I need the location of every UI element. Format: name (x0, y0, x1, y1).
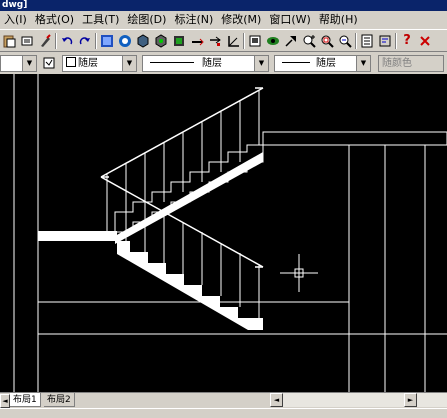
menu-modify[interactable]: 修改(M) (217, 11, 265, 29)
lower-landing-slab (38, 231, 117, 241)
design-center-icon[interactable] (377, 33, 393, 49)
toolbar-separator (55, 33, 57, 49)
menu-format[interactable]: 格式(O) (31, 11, 78, 29)
chevron-down-icon: ▼ (254, 56, 268, 71)
redo-icon[interactable] (77, 33, 93, 49)
lineweight-preview (282, 62, 310, 63)
drawing-canvas[interactable] (0, 74, 447, 392)
properties-icon[interactable] (359, 33, 375, 49)
title-bar: dwg] (0, 0, 447, 11)
status-strip (0, 408, 447, 418)
layer-value: 随层 (78, 58, 98, 69)
paste-icon[interactable] (1, 33, 17, 49)
publish-icon[interactable] (99, 33, 115, 49)
linetype-preview (150, 62, 194, 63)
menu-help[interactable]: 帮助(H) (315, 11, 362, 29)
tab-scroll-left-icon[interactable]: ◄ (0, 394, 10, 408)
scroll-left-icon[interactable]: ◄ (270, 393, 283, 407)
menu-dimension[interactable]: 标注(N) (170, 11, 217, 29)
zoom-previous-icon[interactable] (337, 33, 353, 49)
object-snap-icon[interactable] (135, 33, 151, 49)
chevron-down-icon: ▼ (122, 56, 136, 71)
color-swatch (66, 57, 76, 67)
window-title: dwg] (2, 0, 28, 10)
layer-icon[interactable] (41, 55, 57, 71)
brush-icon[interactable] (37, 33, 53, 49)
toolbar-separator (243, 33, 245, 49)
upper-landing-slab (262, 131, 447, 146)
properties-toolbar: ▼ 随层 ▼ 随层 ▼ 随层 ▼ 随颜色 (0, 52, 447, 74)
menu-bar: 入(I) 格式(O) 工具(T) 绘图(D) 标注(N) 修改(M) 窗口(W)… (0, 11, 447, 29)
undo-icon[interactable] (59, 33, 75, 49)
toolbar-separator (395, 33, 397, 49)
zoom-window-icon[interactable] (319, 33, 335, 49)
horizontal-scrollbar[interactable]: ◄ ► (270, 393, 447, 407)
handrails (100, 87, 264, 268)
stair-section-drawing (13, 74, 447, 392)
hyperlink-icon[interactable] (117, 33, 133, 49)
linetype-dropdown[interactable]: 随层 ▼ (142, 55, 269, 72)
standard-toolbar: ? (0, 29, 447, 52)
chevron-down-icon: ▼ (356, 56, 370, 71)
plotstyle-dropdown: 随颜色 (378, 55, 444, 72)
pan-icon[interactable] (283, 33, 299, 49)
match-properties-icon[interactable] (19, 33, 35, 49)
crosshair-cursor (280, 254, 318, 292)
zoom-realtime-icon[interactable] (301, 33, 317, 49)
tracking-icon[interactable] (153, 33, 169, 49)
tab-layout1[interactable]: 布局1 (10, 393, 41, 407)
help-icon[interactable]: ? (399, 33, 415, 49)
named-views-icon[interactable] (207, 33, 223, 49)
menu-window[interactable]: 窗口(W) (265, 11, 314, 29)
aerial-view-icon[interactable] (265, 33, 281, 49)
zoom-extents-icon[interactable] (247, 33, 263, 49)
plotstyle-value: 随颜色 (382, 58, 412, 69)
toolbar-separator (95, 33, 97, 49)
upper-flight-steps (114, 144, 264, 244)
tab-layout2[interactable]: 布局2 (44, 393, 75, 407)
color-dropdown[interactable]: ▼ (0, 55, 37, 72)
ucs-angle-icon[interactable] (225, 33, 241, 49)
menu-insert[interactable]: 入(I) (0, 11, 31, 29)
chevron-down-icon: ▼ (22, 56, 36, 71)
linetype-value: 随层 (202, 58, 222, 69)
layer-dropdown[interactable]: 随层 ▼ (62, 55, 137, 72)
lineweight-dropdown[interactable]: 随层 ▼ (274, 55, 371, 72)
menu-tools[interactable]: 工具(T) (78, 11, 123, 29)
menu-draw[interactable]: 绘图(D) (123, 11, 170, 29)
toolbar-separator (355, 33, 357, 49)
lineweight-value: 随层 (316, 58, 336, 69)
ucs-icon[interactable] (171, 33, 187, 49)
extra-icon[interactable] (417, 33, 433, 49)
scroll-right-icon[interactable]: ► (404, 393, 417, 407)
distance-icon[interactable] (189, 33, 205, 49)
